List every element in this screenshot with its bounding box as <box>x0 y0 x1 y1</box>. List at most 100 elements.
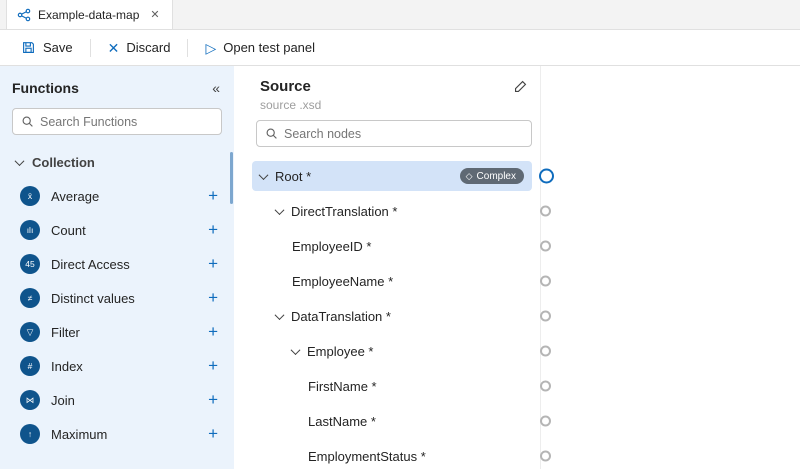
save-button[interactable]: Save <box>10 35 84 60</box>
node-connector[interactable] <box>540 241 551 252</box>
functions-scrollbar[interactable] <box>230 152 233 204</box>
function-item-count[interactable]: ılı Count + <box>0 213 234 247</box>
tree-node-root[interactable]: Root * ◇ Complex <box>252 161 532 191</box>
function-item-average[interactable]: x̄ Average + <box>0 179 234 213</box>
function-item-index[interactable]: # Index + <box>0 349 234 383</box>
tab-title: Example-data-map <box>38 8 139 22</box>
complex-type-badge: ◇ Complex <box>460 168 524 184</box>
add-function-button[interactable]: + <box>206 322 220 342</box>
discard-button[interactable]: ✕ Discard <box>97 35 182 60</box>
tree-node-firstname[interactable]: FirstName * <box>252 371 532 401</box>
main-area: Functions « Collection x̄ Average + ılı … <box>0 66 800 469</box>
node-label: EmployeeName * <box>292 274 393 289</box>
node-connector[interactable] <box>539 169 554 184</box>
add-function-button[interactable]: + <box>206 390 220 410</box>
node-label: EmployeeID * <box>292 239 371 254</box>
tree-node-employee[interactable]: Employee * <box>252 336 532 366</box>
edit-schema-button[interactable] <box>513 79 528 94</box>
count-icon: ılı <box>20 220 40 240</box>
function-label: Join <box>51 393 206 408</box>
index-icon: # <box>20 356 40 376</box>
save-label: Save <box>43 40 73 55</box>
function-label: Distinct values <box>51 291 206 306</box>
node-connector[interactable] <box>540 451 551 462</box>
function-item-maximum[interactable]: ↑ Maximum + <box>0 417 234 451</box>
source-panel-title: Source <box>260 78 311 95</box>
node-connector[interactable] <box>540 381 551 392</box>
functions-panel: Functions « Collection x̄ Average + ılı … <box>0 66 234 469</box>
tree-node-employeename[interactable]: EmployeeName * <box>252 266 532 296</box>
maximum-icon: ↑ <box>20 424 40 444</box>
node-label: LastName * <box>308 414 376 429</box>
function-item-filter[interactable]: ▽ Filter + <box>0 315 234 349</box>
function-label: Direct Access <box>51 257 206 272</box>
collection-group-row[interactable]: Collection <box>0 145 234 179</box>
toolbar-divider <box>90 39 91 57</box>
node-label: DirectTranslation * <box>291 204 397 219</box>
chevron-down-icon[interactable] <box>291 345 301 355</box>
function-label: Index <box>51 359 206 374</box>
function-item-distinct-values[interactable]: ≠ Distinct values + <box>0 281 234 315</box>
tree-node-datatranslation[interactable]: DataTranslation * <box>252 301 532 331</box>
functions-search-box <box>12 108 222 135</box>
node-connector[interactable] <box>540 311 551 322</box>
function-label: Count <box>51 223 206 238</box>
tree-node-directtranslation[interactable]: DirectTranslation * <box>252 196 532 226</box>
tree-node-lastname[interactable]: LastName * <box>252 406 532 436</box>
add-function-button[interactable]: + <box>206 186 220 206</box>
search-icon <box>21 115 34 128</box>
tree-node-employmentstatus[interactable]: EmploymentStatus * <box>252 441 532 470</box>
average-icon: x̄ <box>20 186 40 206</box>
tree-node-employeeid[interactable]: EmployeeID * <box>252 231 532 261</box>
functions-search-input[interactable] <box>40 115 213 129</box>
direct-access-icon: 45 <box>20 254 40 274</box>
function-item-direct-access[interactable]: 45 Direct Access + <box>0 247 234 281</box>
add-function-button[interactable]: + <box>206 424 220 444</box>
node-label: DataTranslation * <box>291 309 391 324</box>
add-function-button[interactable]: + <box>206 356 220 376</box>
badge-label: Complex <box>477 171 516 182</box>
discard-icon: ✕ <box>108 41 120 55</box>
search-icon <box>265 127 278 140</box>
toolbar-divider <box>187 39 188 57</box>
tab-close-icon[interactable]: ✕ <box>150 8 159 21</box>
play-icon: ▷ <box>205 41 216 55</box>
collapse-panel-icon[interactable]: « <box>212 80 220 96</box>
node-connector[interactable] <box>540 276 551 287</box>
node-label: EmploymentStatus * <box>308 449 426 464</box>
panel-gap <box>234 66 248 469</box>
mapping-canvas[interactable] <box>541 66 800 469</box>
command-bar: Save ✕ Discard ▷ Open test panel <box>0 30 800 66</box>
add-function-button[interactable]: + <box>206 220 220 240</box>
pencil-icon <box>513 79 528 94</box>
function-item-join[interactable]: ⋈ Join + <box>0 383 234 417</box>
chevron-down-icon[interactable] <box>275 205 285 215</box>
add-function-button[interactable]: + <box>206 254 220 274</box>
complex-type-icon: ◇ <box>466 172 473 181</box>
function-label: Filter <box>51 325 206 340</box>
source-panel-header: Source <box>248 66 540 95</box>
schema-tree: Root * ◇ Complex DirectTranslation * Emp… <box>248 157 540 470</box>
function-label: Average <box>51 189 206 204</box>
node-connector[interactable] <box>540 206 551 217</box>
node-connector[interactable] <box>540 346 551 357</box>
tab-example-data-map[interactable]: Example-data-map ✕ <box>6 0 173 29</box>
discard-label: Discard <box>126 40 170 55</box>
distinct-values-icon: ≠ <box>20 288 40 308</box>
chevron-down-icon <box>15 156 25 166</box>
open-test-panel-button[interactable]: ▷ Open test panel <box>194 35 326 60</box>
open-test-panel-label: Open test panel <box>223 40 315 55</box>
node-connector[interactable] <box>540 416 551 427</box>
chevron-down-icon[interactable] <box>275 310 285 320</box>
node-label: FirstName * <box>308 379 377 394</box>
chevron-down-icon[interactable] <box>259 170 269 180</box>
collection-group-label: Collection <box>32 155 95 170</box>
tab-bar: Example-data-map ✕ <box>0 0 800 30</box>
add-function-button[interactable]: + <box>206 288 220 308</box>
nodes-search-input[interactable] <box>284 127 523 141</box>
save-icon <box>21 40 36 55</box>
source-file-name: source .xsd <box>248 95 540 120</box>
nodes-search-box <box>256 120 532 147</box>
data-map-icon <box>17 8 31 22</box>
function-label: Maximum <box>51 427 206 442</box>
